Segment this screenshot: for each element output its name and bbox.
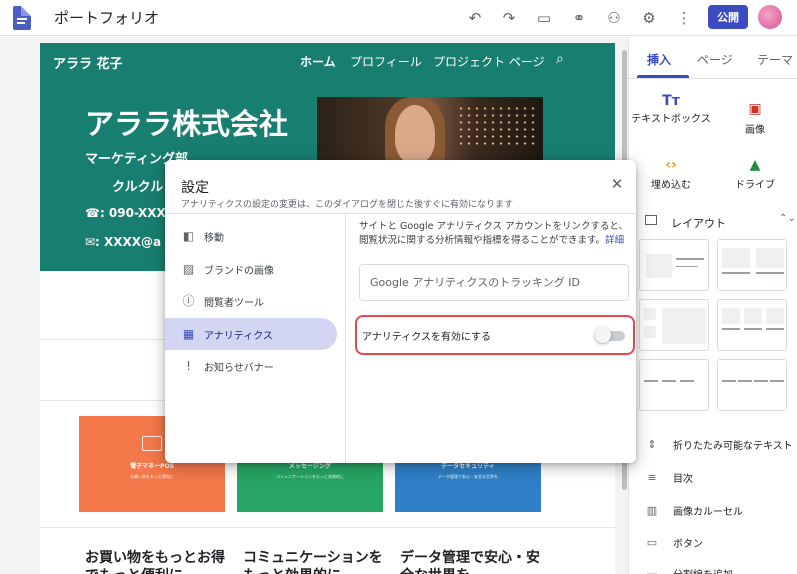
sites-logo-icon[interactable] xyxy=(13,6,31,30)
wallet-icon xyxy=(142,436,162,451)
publish-button[interactable]: 公開 xyxy=(708,5,748,29)
card-subtitle: コミュニケーションをもっと効果的に xyxy=(276,474,344,479)
search-icon[interactable]: ⌕ xyxy=(556,51,564,67)
settings-nav-announcement-banner[interactable]: ! お知らせバナー xyxy=(165,350,337,382)
settings-nav-label: アナリティクス xyxy=(204,330,273,342)
hero-person: クルクル xyxy=(112,180,164,195)
profile-photo[interactable] xyxy=(317,97,543,163)
avatar[interactable] xyxy=(758,5,782,29)
list-item-label: ボタン xyxy=(673,539,703,550)
hero-company: アララ株式会社 xyxy=(85,107,289,141)
enable-analytics-label: アナリティクスを有効にする xyxy=(362,332,491,343)
enable-analytics-row[interactable]: アナリティクスを有効にする xyxy=(355,315,635,355)
card-subtitle: お買い物をもっと便利に xyxy=(130,474,174,479)
dialog-divider xyxy=(165,213,636,214)
list-item-label: 目次 xyxy=(673,474,693,485)
navigation-icon: ◧ xyxy=(182,228,195,243)
layout-tile[interactable] xyxy=(717,299,787,351)
announcement-icon: ! xyxy=(186,358,191,373)
tab-insert[interactable]: 挿入 xyxy=(647,51,671,68)
settings-nav-viewer-tools[interactable]: ⓘ 閲覧者ツール xyxy=(165,285,337,317)
dialog-vertical-divider xyxy=(345,213,346,463)
settings-nav-navigation[interactable]: ◧ 移動 xyxy=(165,220,337,252)
analytics-description: サイトと Google アナリティクス アカウントをリンクすると、閲覧状況に関す… xyxy=(359,220,631,248)
document-title[interactable]: ポートフォリオ xyxy=(54,7,159,28)
list-item-label: 分割線を追加 xyxy=(673,566,733,574)
right-panel: 挿入 ページ テーマ Tт テキストボックス ▣ 画像 ‹› 埋め込む ▲ ドラ… xyxy=(628,37,797,574)
section-divider xyxy=(40,527,615,528)
nav-home[interactable]: ホーム xyxy=(300,53,336,70)
settings-nav-label: お知らせバナー xyxy=(204,362,274,374)
top-bar: ポートフォリオ ↶ ↷ ▭ ⚭ ⚇ ⚙ ⋮ 公開 xyxy=(0,0,797,36)
tab-divider xyxy=(629,78,797,79)
tab-themes[interactable]: テーマ xyxy=(757,51,793,68)
image-icon[interactable]: ▣ xyxy=(713,101,797,117)
settings-nav-analytics[interactable]: ▦ アナリティクス xyxy=(165,318,337,350)
hero-mail: ✉: XXXX@a xyxy=(85,235,162,249)
insert-drive[interactable]: ドライブ xyxy=(713,180,797,191)
table-of-contents-icon: ≡ xyxy=(647,471,657,484)
card-subtitle: データ管理で安心・安全な世界を xyxy=(438,474,498,479)
redo-icon[interactable]: ↷ xyxy=(499,8,519,28)
insert-embed[interactable]: 埋め込む xyxy=(629,180,713,191)
layout-icon xyxy=(645,215,657,225)
undo-icon[interactable]: ↶ xyxy=(465,8,485,28)
tracking-id-field[interactable] xyxy=(359,264,629,301)
insert-image[interactable]: 画像 xyxy=(713,125,797,136)
description-text: サイトと Google アナリティクス アカウントをリンクすると、閲覧状況に関す… xyxy=(359,221,629,246)
insert-text-box[interactable]: テキストボックス xyxy=(629,114,713,125)
layout-tile[interactable] xyxy=(639,359,709,411)
dialog-subtitle: アナリティクスの設定の変更は、このダイアログを閉じた後すぐに有効になります xyxy=(181,200,514,210)
site-name: アララ 花子 xyxy=(53,57,123,72)
layout-tile[interactable] xyxy=(639,239,709,291)
tab-pages[interactable]: ページ xyxy=(697,51,733,68)
embed-icon[interactable]: ‹› xyxy=(629,157,713,173)
card-heading: コミュニケーションをもっと効果的に xyxy=(243,550,383,574)
card-heading: データ管理で安心・安全な世界を xyxy=(400,550,540,574)
settings-nav-brand-images[interactable]: ▨ ブランドの画像 xyxy=(165,253,337,285)
insert-button[interactable]: ▭ ボタン xyxy=(645,535,703,550)
settings-nav-label: 移動 xyxy=(204,232,224,244)
button-icon: ▭ xyxy=(646,536,658,549)
share-icon[interactable]: ⚇ xyxy=(604,8,624,28)
close-icon[interactable]: ✕ xyxy=(609,176,625,192)
collapsible-text-icon: ⇕ xyxy=(647,438,657,451)
text-box-icon[interactable]: Tт xyxy=(629,93,713,109)
layout-section-label: レイアウト xyxy=(671,217,726,230)
gear-icon[interactable]: ⚙ xyxy=(639,8,659,28)
learn-more-link[interactable]: 詳細 xyxy=(605,235,624,246)
drive-icon[interactable]: ▲ xyxy=(713,157,797,173)
divider-icon: — xyxy=(646,567,658,574)
nav-projects[interactable]: プロジェクト ページ xyxy=(433,53,545,70)
list-item-label: 画像カルーセル xyxy=(673,507,743,518)
info-icon: ⓘ xyxy=(182,293,195,308)
hero-tel: ☎: 090-XXX xyxy=(85,206,166,220)
chevron-up-down-icon[interactable]: ⌃⌄ xyxy=(779,213,796,224)
layout-tile[interactable] xyxy=(717,359,787,411)
insert-collapsible-text[interactable]: ⇕ 折りたたみ可能なテキスト xyxy=(645,437,793,452)
card-heading: お買い物をもっとお得でもっと便利に xyxy=(85,550,225,574)
brand-image-icon: ▨ xyxy=(182,261,195,276)
toggle-thumb[interactable] xyxy=(595,327,611,343)
insert-table-of-contents[interactable]: ≡ 目次 xyxy=(645,470,693,485)
list-item-label: 折りたたみ可能なテキスト xyxy=(673,441,793,452)
preview-icon[interactable]: ▭ xyxy=(534,8,554,28)
insert-divider[interactable]: — 分割線を追加 xyxy=(645,566,734,574)
layout-tile[interactable] xyxy=(639,299,709,351)
dialog-title: 設定 xyxy=(181,180,209,196)
analytics-icon: ▦ xyxy=(182,326,195,341)
more-icon[interactable]: ⋮ xyxy=(674,8,694,28)
settings-nav-label: 閲覧者ツール xyxy=(204,297,264,309)
carousel-icon: ▥ xyxy=(646,504,658,517)
settings-nav-label: ブランドの画像 xyxy=(204,265,274,277)
nav-profile[interactable]: プロフィール xyxy=(350,53,422,70)
layout-tile[interactable] xyxy=(717,239,787,291)
settings-dialog: 設定 アナリティクスの設定の変更は、このダイアログを閉じた後すぐに有効になります… xyxy=(165,160,636,463)
tracking-id-input[interactable] xyxy=(360,265,628,300)
insert-image-carousel[interactable]: ▥ 画像カルーセル xyxy=(645,503,743,518)
link-icon[interactable]: ⚭ xyxy=(569,8,589,28)
